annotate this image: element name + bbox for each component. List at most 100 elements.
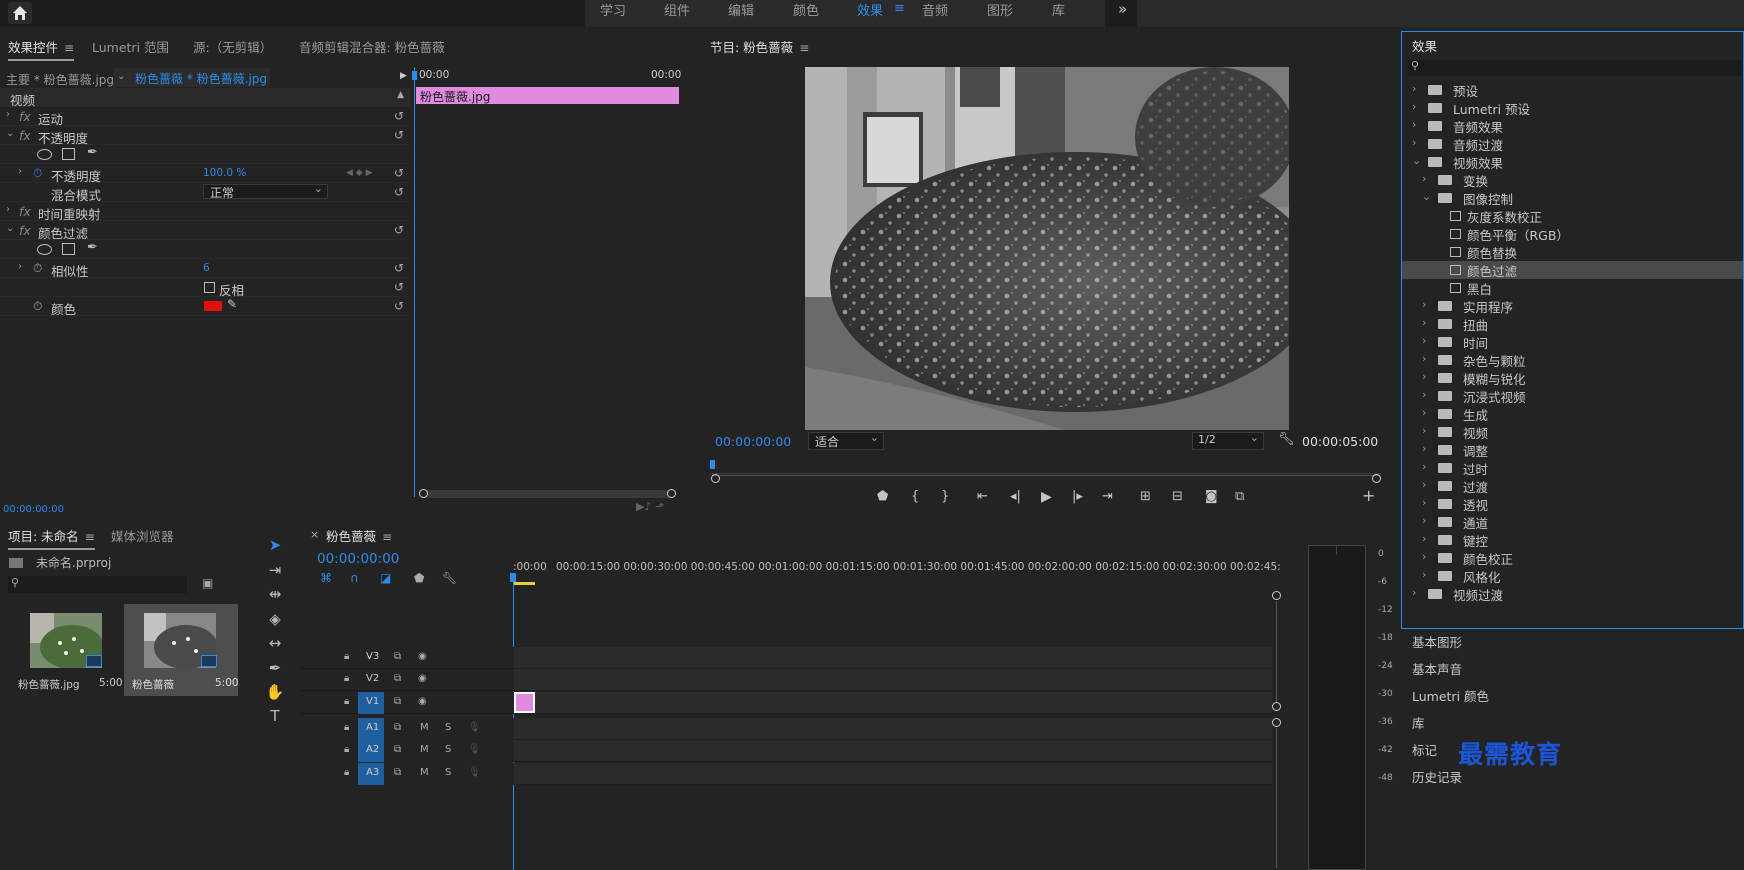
hand-tool-icon[interactable]: ✋ (262, 683, 288, 705)
timeline-settings-icon[interactable]: 🔧︎ (442, 571, 457, 585)
go-to-out-icon[interactable]: ⇥ (1102, 489, 1113, 504)
color-swatch[interactable] (204, 301, 222, 311)
tab-lumetri-scopes[interactable]: Lumetri 范围 (92, 37, 169, 56)
effects-tree-item[interactable]: 颜色替换 (1402, 243, 1743, 261)
slip-tool-icon[interactable]: ↔ (262, 634, 288, 656)
effects-tree-item[interactable]: › 时间 (1402, 333, 1743, 351)
ec-playhead-marker[interactable] (412, 71, 417, 80)
effects-tree-item[interactable]: › 颜色校正 (1402, 549, 1743, 567)
tab-program[interactable]: 节目: 粉色蔷薇 ≡ (710, 37, 809, 56)
effects-tree-item[interactable]: › 模糊与锐化 (1402, 369, 1743, 387)
chevron-right-icon[interactable]: › (1422, 478, 1426, 491)
chevron-right-icon[interactable]: › (1422, 442, 1426, 455)
chevron-right-icon[interactable]: › (1422, 568, 1426, 581)
mark-in-icon[interactable]: { (911, 489, 919, 504)
timeline-close-icon[interactable]: × (310, 528, 319, 541)
selection-tool-icon[interactable]: ➤ (262, 536, 288, 558)
clip-selector[interactable]: ⌄ 粉色蔷薇 * 粉色蔷薇.jpg (113, 68, 270, 87)
video-track-lane[interactable] (514, 669, 1272, 691)
chevron-right-icon[interactable]: › (1422, 460, 1426, 473)
effect-color-pass-row[interactable]: ⌄ fx 颜色过滤 ↺ (0, 221, 410, 241)
effects-tree-item[interactable]: 颜色平衡（RGB） (1402, 225, 1743, 243)
project-item-image[interactable]: 粉色蔷薇.jpg 5:00 (10, 604, 123, 696)
audio-track-header[interactable]: 🔒︎ A3 ⧉ M S 🎙︎ (300, 763, 514, 785)
solo-button[interactable]: S (445, 722, 451, 733)
stopwatch-icon[interactable]: ⏱ (33, 299, 42, 314)
effects-tree-item[interactable]: › 视频过渡 (1402, 585, 1743, 603)
lock-icon[interactable]: 🔒︎ (344, 767, 349, 778)
lock-icon[interactable]: 🔒︎ (344, 744, 349, 755)
fit-select[interactable]: 适合 ⌄ (808, 431, 884, 450)
razor-tool-icon[interactable]: ◈ (262, 610, 288, 632)
effects-tree-item[interactable]: › 过时 (1402, 459, 1743, 477)
project-search[interactable]: ⚲ (8, 576, 187, 593)
project-item-sequence[interactable]: 粉色蔷薇 5:00 (124, 604, 239, 696)
sync-lock-icon[interactable]: ⧉ (394, 696, 401, 707)
mic-icon[interactable]: 🎙︎ (468, 744, 481, 755)
chevron-right-icon[interactable]: › (1412, 100, 1416, 113)
chevron-down-icon[interactable]: ⌄ (1422, 190, 1431, 203)
effects-tree-item[interactable]: › 调整 (1402, 441, 1743, 459)
mark-out-icon[interactable]: } (941, 489, 949, 504)
audio-track-lane[interactable] (514, 718, 1272, 740)
chevron-right-icon[interactable]: › (1422, 550, 1426, 563)
effects-tree-item[interactable]: › 键控 (1402, 531, 1743, 549)
lock-icon[interactable]: 🔒︎ (344, 651, 349, 662)
sync-lock-icon[interactable]: ⧉ (394, 744, 401, 755)
workspace-tab[interactable]: 音频 (922, 0, 948, 19)
effects-tree-item[interactable]: 黑白 (1402, 279, 1743, 297)
add-marker-icon[interactable]: ⬟ (877, 489, 888, 504)
play-only-arrow-icon[interactable]: ▶ (400, 71, 407, 81)
home-button[interactable] (8, 2, 32, 24)
time-remap-row[interactable]: › fx 时间重映射 (0, 202, 410, 222)
chevron-right-icon[interactable]: › (1422, 172, 1426, 185)
tab-effect-controls[interactable]: 效果控件 ≡ (8, 37, 75, 61)
audio-track-lane[interactable] (514, 763, 1272, 785)
timeline-timecode[interactable]: 00:00:00:00 (317, 551, 399, 567)
effects-tree-item[interactable]: › 透视 (1402, 495, 1743, 513)
a-scroll[interactable] (1272, 718, 1282, 868)
chevron-right-icon[interactable]: › (1412, 136, 1416, 149)
rectangle-mask-icon[interactable] (62, 148, 75, 160)
effect-motion-row[interactable]: › fx 运动 ↺ (0, 107, 410, 127)
effects-tree-item[interactable]: ⌄ 视频效果 (1402, 153, 1743, 171)
effects-tree-item[interactable]: 颜色过滤 (1402, 261, 1743, 279)
ec-clip-bar[interactable]: 粉色蔷薇.jpg (416, 87, 679, 104)
export-frame-icon[interactable]: ◙ (1205, 489, 1218, 504)
chevron-right-icon[interactable]: › (1422, 352, 1426, 365)
sync-lock-icon[interactable]: ⧉ (394, 651, 401, 662)
lock-icon[interactable]: 🔒︎ (344, 696, 349, 707)
program-frame[interactable] (805, 67, 1289, 430)
chevron-right-icon[interactable]: › (1412, 82, 1416, 95)
pen-mask-icon[interactable]: ✒ (87, 240, 98, 255)
effects-tree-item[interactable]: 灰度系数校正 (1402, 207, 1743, 225)
audio-track-header[interactable]: 🔒︎ A1 ⧉ M S 🎙︎ (300, 718, 514, 740)
pen-mask-icon[interactable]: ✒ (87, 145, 98, 160)
lift-icon[interactable]: ⊞ (1140, 489, 1151, 504)
effects-tree-item[interactable]: ⌄ 图像控制 (1402, 189, 1743, 207)
chevron-right-icon[interactable]: › (1422, 532, 1426, 545)
effect-opacity-row[interactable]: ⌄ fx 不透明度 ↺ (0, 126, 410, 146)
invert-checkbox[interactable] (204, 282, 215, 293)
compare-icon[interactable]: ⧉ (1235, 489, 1244, 504)
workspace-tab[interactable]: 颜色 (793, 0, 819, 19)
program-zoom-bar[interactable] (711, 473, 1381, 483)
effects-tree-item[interactable]: › 过渡 (1402, 477, 1743, 495)
mic-icon[interactable]: 🎙︎ (468, 767, 481, 778)
type-tool-icon[interactable]: T (262, 707, 288, 729)
ec-timecode[interactable]: 00:00:00:00 (3, 504, 64, 515)
effects-tree-item[interactable]: › 生成 (1402, 405, 1743, 423)
workspace-tab[interactable]: 编辑 (728, 0, 754, 19)
effects-search[interactable]: ⚲ (1408, 59, 1743, 76)
linked-selection-icon[interactable]: ◪ (380, 571, 391, 585)
mic-icon[interactable]: 🎙︎ (468, 722, 481, 733)
add-marker-icon[interactable]: ⬟ (414, 571, 424, 585)
side-panel-tab[interactable]: 库 (1412, 713, 1425, 732)
chevron-right-icon[interactable]: › (1422, 316, 1426, 329)
video-track-header[interactable]: 🔒︎ V3 ⧉ ◉ (300, 647, 514, 669)
ripple-edit-tool-icon[interactable]: ⇹ (262, 585, 288, 607)
go-to-in-icon[interactable]: ⇤ (977, 489, 988, 504)
tab-media-browser[interactable]: 媒体浏览器 (111, 526, 174, 545)
workspace-tab[interactable]: 学习 (600, 0, 626, 19)
eyedropper-icon[interactable]: ✎ (227, 297, 237, 311)
